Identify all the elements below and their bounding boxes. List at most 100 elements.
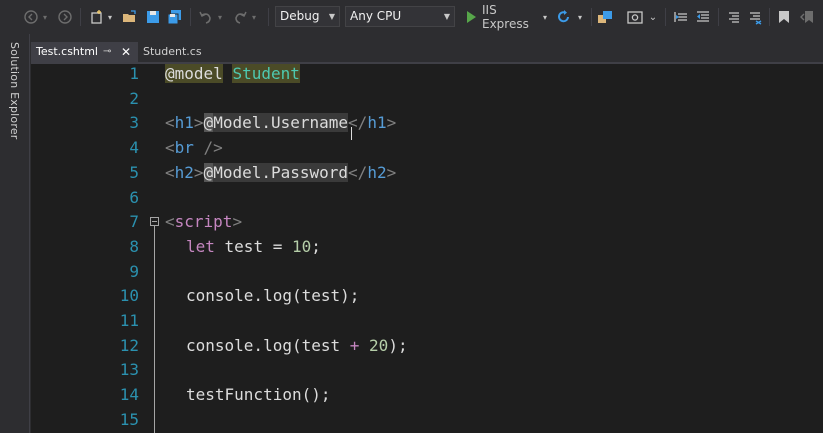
collapse-toggle-icon[interactable] [150, 217, 159, 226]
line-number: 11 [119, 311, 139, 330]
tag-name: h1 [367, 113, 387, 133]
document-tabs: Test.cshtml ⊸ ✕ Student.cs [31, 42, 823, 62]
code-line-1: @model Student [165, 62, 300, 87]
forward-icon[interactable] [58, 8, 72, 26]
razor-at: @ [203, 162, 214, 182]
bracket: < [165, 162, 175, 182]
bracket: < [165, 138, 175, 158]
solution-explorer-tab[interactable]: Solution Explorer [8, 42, 21, 140]
number-literal: 20 [369, 335, 389, 355]
code-line-5: <h2>@Model.Password</h2> [165, 161, 396, 186]
line-number: 13 [119, 360, 139, 380]
close-icon[interactable]: ✕ [121, 42, 131, 62]
save-all-icon[interactable] [167, 8, 183, 26]
tag-name: br [174, 138, 194, 158]
play-icon[interactable] [464, 8, 478, 26]
run-target-label: IIS Express [482, 3, 529, 31]
code-line-3: <h1>@Model.Username</h1> [165, 111, 396, 136]
line-number: 5 [129, 162, 139, 182]
outdent-icon[interactable] [695, 8, 711, 26]
bookmark-icon[interactable] [776, 8, 792, 26]
tab-student-cs[interactable]: Student.cs [138, 42, 218, 62]
platform-value: Any CPU [350, 9, 402, 23]
redo-dropdown-icon[interactable]: ▾ [250, 8, 258, 26]
indent-icon[interactable] [673, 8, 689, 26]
browser-link-icon[interactable] [597, 8, 613, 26]
code-text: test = [214, 236, 292, 256]
uncomment-icon[interactable] [747, 8, 763, 26]
chevron-down-icon: ▼ [443, 12, 450, 21]
back-icon[interactable] [24, 8, 38, 26]
new-dropdown-icon[interactable]: ▾ [106, 8, 114, 26]
line-number: 12 [119, 335, 139, 355]
back-dropdown-icon[interactable]: ▾ [41, 8, 49, 26]
undo-icon[interactable] [198, 8, 214, 26]
code-editor[interactable]: 1 2 3 4 5 6 7 8 9 10 11 12 13 14 15 @mod… [31, 64, 823, 433]
code-line-14: testFunction(); [186, 385, 331, 405]
tag-name: h2 [367, 162, 387, 182]
bracket: > [193, 113, 204, 133]
prev-bookmark-icon[interactable] [799, 8, 815, 26]
tab-test-cshtml[interactable]: Test.cshtml ⊸ ✕ [31, 42, 138, 62]
toolbar: ▾ ▾ ▾ ▾ Debug ▼ Any CPU ▼ IIS Express ▾ … [0, 0, 823, 34]
line-number: 3 [129, 113, 139, 133]
line-number: 2 [129, 88, 139, 108]
save-icon[interactable] [145, 8, 161, 26]
line-number: 8 [129, 236, 139, 256]
code-line-4: <br /> [165, 136, 223, 161]
bracket: </ [348, 162, 368, 182]
open-file-icon[interactable] [122, 8, 138, 26]
platform-select[interactable]: Any CPU ▼ [345, 6, 455, 27]
operator: + [349, 335, 360, 355]
new-project-icon[interactable] [89, 8, 105, 26]
bracket: /> [193, 138, 223, 158]
run-target-button[interactable]: IIS Express [482, 3, 542, 31]
line-number: 6 [129, 187, 139, 207]
bracket: > [232, 212, 243, 232]
code-text: ; [311, 236, 321, 256]
configuration-select[interactable]: Debug ▼ [275, 6, 340, 27]
line-number: 9 [129, 261, 139, 281]
overflow-dropdown-icon[interactable]: ⌄ [647, 8, 659, 26]
razor-at: @ [203, 113, 214, 133]
line-number: 14 [119, 385, 139, 405]
pin-icon[interactable]: ⊸ [103, 42, 111, 62]
refresh-icon[interactable] [556, 8, 572, 26]
undo-dropdown-icon[interactable]: ▾ [216, 8, 224, 26]
tag-name: script [174, 212, 233, 232]
comment-icon[interactable] [726, 8, 742, 26]
code-line-7: <script> [165, 210, 242, 235]
bracket: > [386, 113, 397, 133]
run-dropdown-icon[interactable]: ▾ [541, 8, 549, 26]
keyword: let [186, 236, 215, 256]
code-line-8: let test = 10; [186, 235, 321, 260]
configuration-value: Debug [280, 9, 320, 23]
chevron-down-icon: ▼ [328, 12, 335, 21]
bracket: < [165, 113, 175, 133]
code-line-12: console.log(test + 20); [186, 334, 408, 359]
text-cursor [351, 127, 352, 140]
solution-explorer-sidebar[interactable]: Solution Explorer [0, 34, 30, 433]
tab-label: Student.cs [143, 45, 202, 58]
line-number: 15 [119, 409, 139, 429]
code-text: console.log(test [186, 335, 350, 355]
code-text: ); [388, 335, 408, 355]
model-expression: Model.Username [213, 113, 349, 133]
bracket: < [165, 212, 175, 232]
tag-name: h2 [174, 162, 194, 182]
code-line-10: console.log(test); [186, 286, 360, 306]
line-number: 4 [129, 138, 139, 158]
tag-name: h1 [174, 113, 194, 133]
razor-directive: @model [165, 64, 223, 83]
redo-icon[interactable] [232, 8, 248, 26]
bracket: > [386, 162, 397, 182]
tab-label: Test.cshtml [36, 45, 98, 58]
model-expression: Model.Password [213, 162, 349, 182]
bracket: > [193, 162, 204, 182]
outline-guide [154, 226, 155, 433]
model-type: Student [232, 64, 300, 83]
line-number: 10 [119, 286, 139, 306]
screenshot-icon[interactable] [627, 8, 643, 26]
refresh-dropdown-icon[interactable]: ▾ [576, 8, 584, 26]
